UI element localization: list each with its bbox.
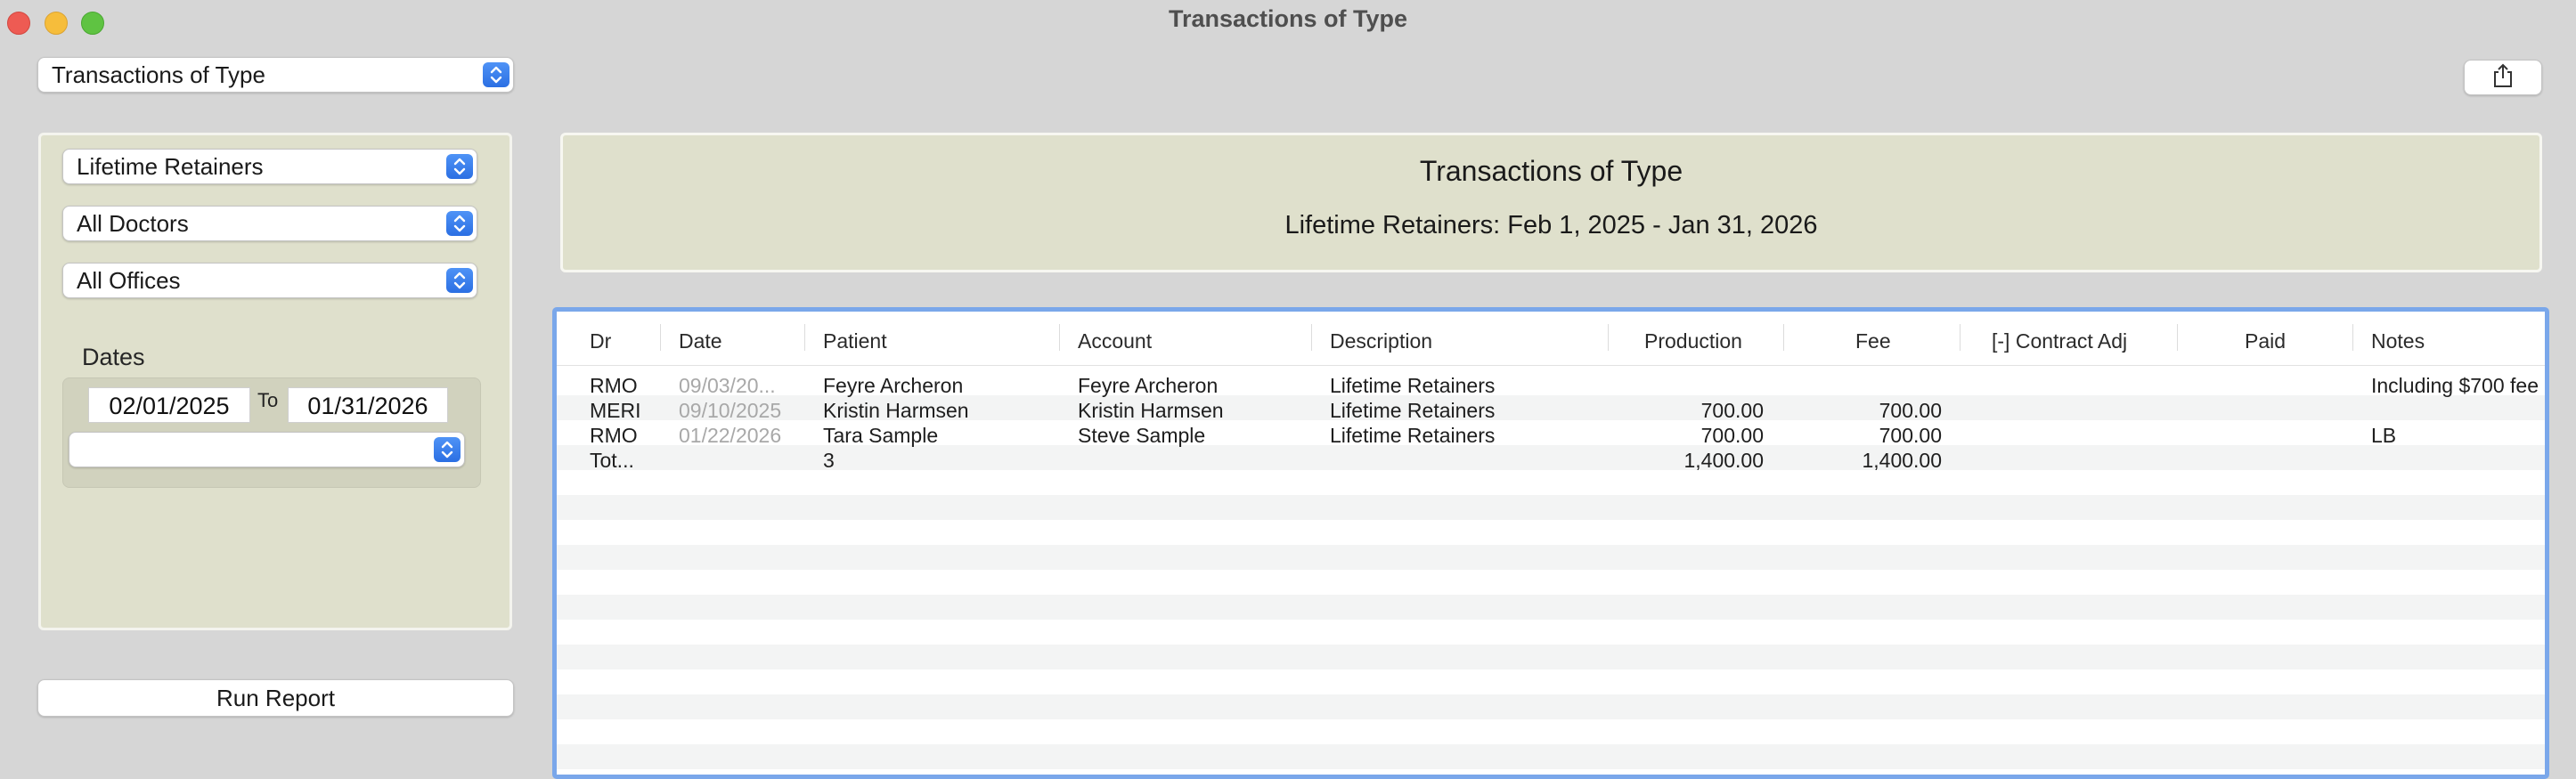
cell-dr: RMO: [590, 424, 638, 447]
cell-description: Lifetime Retainers: [1330, 374, 1496, 397]
cell-production: 700.00: [1700, 399, 1764, 422]
doctor-select-value: All Doctors: [77, 210, 189, 237]
cell-total-production: 1,400.00: [1683, 449, 1764, 472]
column-divider[interactable]: [1783, 324, 1784, 351]
row-stripe: [557, 744, 2545, 769]
window-title: Transactions of Type: [1168, 5, 1408, 32]
column-divider[interactable]: [1608, 324, 1609, 351]
row-stripe: [557, 595, 2545, 620]
cell-account: Steve Sample: [1078, 424, 1206, 447]
column-divider[interactable]: [660, 324, 661, 351]
row-stripe: [557, 570, 2545, 595]
cell-notes: LB: [2371, 424, 2397, 447]
transaction-type-value: Lifetime Retainers: [77, 153, 264, 180]
run-report-button[interactable]: Run Report: [37, 679, 514, 717]
row-stripe: [557, 669, 2545, 694]
cell-date: 01/22/2026: [679, 424, 782, 447]
cell-patient: Feyre Archeron: [823, 374, 964, 397]
cell-notes: Including $700 fee: [2371, 374, 2539, 397]
office-select[interactable]: All Offices: [62, 263, 477, 298]
column-header-production[interactable]: Production: [1644, 329, 1742, 353]
column-header-paid[interactable]: Paid: [2245, 329, 2286, 353]
cell-account: Feyre Archeron: [1078, 374, 1219, 397]
row-stripe: [557, 645, 2545, 669]
cell-description: Lifetime Retainers: [1330, 399, 1496, 422]
dates-label: Dates: [82, 344, 145, 370]
chevron-updown-icon: [434, 437, 461, 462]
cell-account: Kristin Harmsen: [1078, 399, 1224, 422]
row-stripe: [557, 445, 2545, 470]
table-header: Dr Date Patient Account Description Prod…: [557, 312, 2545, 366]
chevron-updown-icon: [446, 154, 473, 179]
row-stripe: [557, 495, 2545, 520]
column-header-description[interactable]: Description: [1330, 329, 1432, 353]
share-button[interactable]: [2464, 60, 2542, 95]
cell-total-fee: 1,400.00: [1862, 449, 1942, 472]
column-header-date[interactable]: Date: [679, 329, 722, 353]
date-to-label: To: [257, 389, 279, 411]
row-stripe: [557, 694, 2545, 719]
date-from-field[interactable]: 02/01/2025: [88, 387, 250, 423]
cell-dr: RMO: [590, 374, 638, 397]
report-subtitle: Lifetime Retainers: Feb 1, 2025 - Jan 31…: [1284, 211, 1818, 239]
date-to-field[interactable]: 01/31/2026: [288, 387, 448, 423]
column-divider[interactable]: [1311, 324, 1312, 351]
column-divider[interactable]: [1960, 324, 1961, 351]
report-type-select-value: Transactions of Type: [52, 61, 265, 88]
date-preset-select[interactable]: [69, 432, 465, 467]
column-header-notes[interactable]: Notes: [2371, 329, 2425, 353]
chevron-updown-icon: [483, 62, 509, 87]
column-header-account[interactable]: Account: [1078, 329, 1152, 353]
row-stripe: [557, 520, 2545, 545]
cell-patient: Tara Sample: [823, 424, 939, 447]
chevron-updown-icon: [446, 211, 473, 236]
column-header-fee[interactable]: Fee: [1855, 329, 1891, 353]
row-stripe: [557, 470, 2545, 495]
cell-description: Lifetime Retainers: [1330, 424, 1496, 447]
cell-date: 09/10/2025: [679, 399, 782, 422]
cell-total-count: 3: [823, 449, 835, 472]
row-stripe: [557, 620, 2545, 645]
transactions-table[interactable]: Dr Date Patient Account Description Prod…: [552, 307, 2549, 779]
doctor-select[interactable]: All Doctors: [62, 206, 477, 241]
report-type-select[interactable]: Transactions of Type: [37, 57, 514, 93]
cell-fee: 700.00: [1879, 424, 1942, 447]
cell-production: 700.00: [1700, 424, 1764, 447]
cell-patient: Kristin Harmsen: [823, 399, 969, 422]
report-title: Transactions of Type: [1419, 155, 1683, 187]
office-select-value: All Offices: [77, 267, 181, 294]
cell-total-label: Tot...: [590, 449, 634, 472]
cell-fee: 700.00: [1879, 399, 1942, 422]
row-stripe: [557, 719, 2545, 744]
column-divider[interactable]: [2352, 324, 2353, 351]
share-icon: [2491, 63, 2515, 93]
column-header-dr[interactable]: Dr: [590, 329, 611, 353]
row-stripe: [557, 769, 2545, 775]
column-header-patient[interactable]: Patient: [823, 329, 887, 353]
column-divider[interactable]: [804, 324, 805, 351]
cell-date: 09/03/20...: [679, 374, 776, 397]
column-divider[interactable]: [1059, 324, 1060, 351]
transaction-type-select[interactable]: Lifetime Retainers: [62, 149, 477, 184]
column-header-contract-adj[interactable]: [-] Contract Adj: [1992, 329, 2127, 353]
column-divider[interactable]: [2177, 324, 2178, 351]
report-header: Transactions of Type Lifetime Retainers:…: [560, 133, 2542, 272]
cell-dr: MERI: [590, 399, 641, 422]
row-stripe: [557, 545, 2545, 570]
chevron-updown-icon: [446, 268, 473, 293]
